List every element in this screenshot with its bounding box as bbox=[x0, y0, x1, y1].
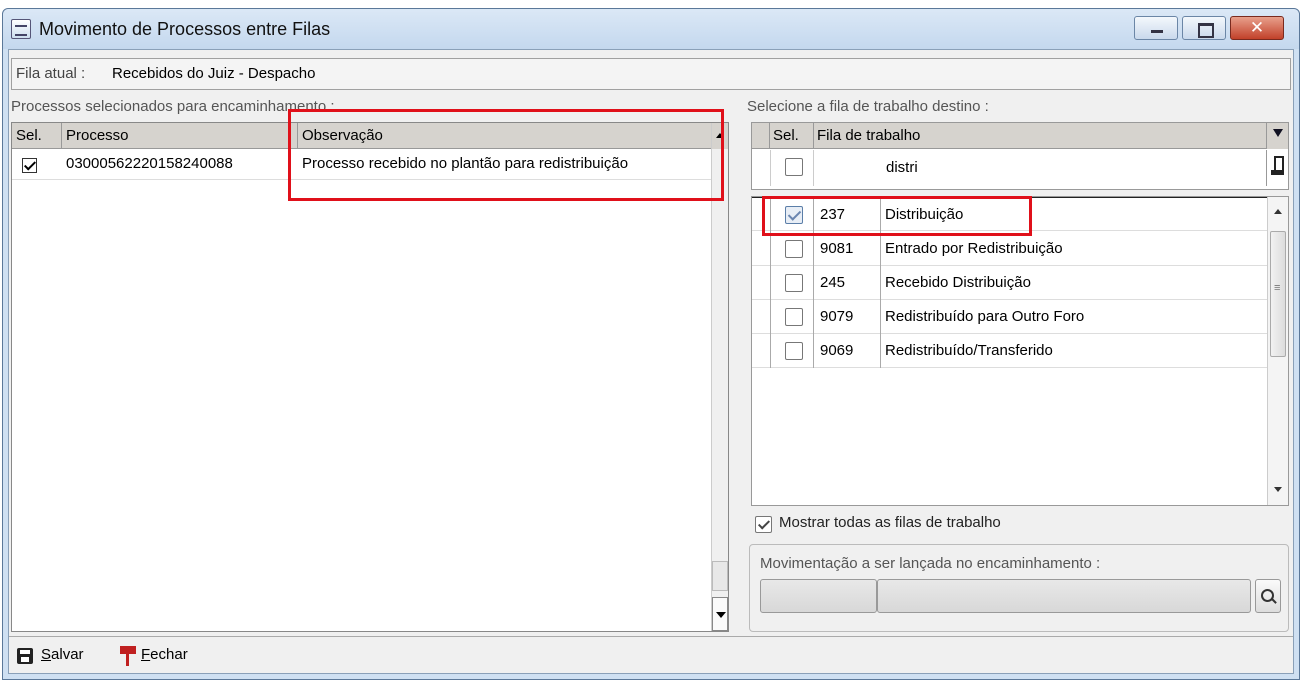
row-gutter bbox=[752, 300, 770, 334]
queue-sel-cell bbox=[770, 266, 814, 300]
window-title: Movimento de Processos entre Filas bbox=[39, 19, 331, 39]
row-gutter bbox=[752, 232, 770, 266]
row-gutter bbox=[752, 198, 770, 232]
queue-grid-header: Sel. Fila de trabalho bbox=[752, 123, 1268, 149]
observation-input[interactable]: Processo recebido no plantão para redist… bbox=[302, 155, 628, 172]
maximize-icon[interactable] bbox=[1182, 16, 1226, 40]
save-label: Salvar bbox=[41, 646, 84, 663]
current-queue-value: Recebidos do Juiz - Despacho bbox=[112, 65, 316, 82]
list-item[interactable]: 9081 Entrado por Redistribuição bbox=[752, 232, 1268, 266]
window-icon bbox=[11, 19, 31, 39]
close-flag-icon bbox=[117, 646, 137, 666]
movement-label: Movimentação a ser lançada no encaminham… bbox=[760, 555, 1101, 572]
queue-name: Redistribuído/Transferido bbox=[885, 342, 1053, 359]
process-number: 03000562220158240088 bbox=[66, 155, 233, 172]
scroll-thumb[interactable] bbox=[712, 561, 728, 591]
list-item[interactable]: 245 Recebido Distribuição bbox=[752, 266, 1268, 300]
processes-grid: Sel. Processo Observação 030005622201582… bbox=[11, 122, 729, 632]
column-divider bbox=[880, 232, 881, 266]
window: Movimento de Processos entre Filas ✕ Fil… bbox=[2, 8, 1300, 680]
queue-name: Recebido Distribuição bbox=[885, 274, 1031, 291]
current-queue-label: Fila atual : bbox=[16, 65, 86, 82]
queue-scrollbar[interactable] bbox=[1267, 197, 1288, 505]
filter-row: distri bbox=[752, 150, 1268, 186]
show-all-check[interactable] bbox=[755, 516, 772, 533]
queue-filter-grid: Sel. Fila de trabalho distri bbox=[751, 122, 1289, 190]
row-gutter bbox=[752, 334, 770, 368]
save-icon bbox=[17, 648, 33, 664]
queue-checkbox[interactable] bbox=[785, 206, 803, 224]
scroll-thumb[interactable] bbox=[1270, 231, 1286, 357]
list-item[interactable]: 9069 Redistribuído/Transferido bbox=[752, 334, 1268, 368]
scroll-down-icon[interactable] bbox=[712, 597, 728, 631]
row-select-checkbox[interactable] bbox=[22, 158, 37, 173]
title-bar[interactable]: Movimento de Processos entre Filas ✕ bbox=[3, 9, 1299, 49]
bottom-toolbar: Salvar Fechar bbox=[9, 636, 1293, 673]
queue-sel-cell bbox=[770, 334, 814, 368]
column-divider bbox=[880, 334, 881, 368]
queue-checkbox[interactable] bbox=[785, 342, 803, 360]
queue-checkbox[interactable] bbox=[785, 308, 803, 326]
queue-code: 245 bbox=[820, 274, 846, 291]
movement-description-field[interactable] bbox=[877, 579, 1251, 613]
column-divider bbox=[880, 198, 881, 232]
show-all-label: Mostrar todas as filas de trabalho bbox=[779, 514, 1001, 531]
filter-sel-cell bbox=[770, 150, 814, 186]
queue-name: Entrado por Redistribuição bbox=[885, 240, 1063, 257]
scroll-up-icon[interactable] bbox=[712, 123, 728, 149]
table-row[interactable]: 03000562220158240088 Processo recebido n… bbox=[12, 150, 712, 180]
current-queue-bar: Fila atual : Recebidos do Juiz - Despach… bbox=[11, 58, 1291, 90]
list-item[interactable]: 237 Distribuição bbox=[752, 197, 1268, 232]
close-icon[interactable]: ✕ bbox=[1230, 16, 1284, 40]
brush-icon[interactable] bbox=[1266, 150, 1288, 186]
movement-code-field[interactable] bbox=[760, 579, 877, 613]
queue-name: Distribuição bbox=[885, 206, 964, 223]
queue-sel-cell bbox=[770, 300, 814, 334]
movement-group: Movimentação a ser lançada no encaminham… bbox=[749, 544, 1289, 632]
filter-icon[interactable] bbox=[1266, 123, 1288, 149]
col-header-fila[interactable]: Fila de trabalho bbox=[814, 123, 1268, 149]
destination-queue-label: Selecione a fila de trabalho destino : bbox=[747, 98, 989, 115]
queue-list-grid: 237 Distribuição 9081 Entrado por Redist… bbox=[751, 196, 1289, 506]
queue-sel-cell bbox=[770, 232, 814, 266]
col-header-sel[interactable]: Sel. bbox=[12, 123, 62, 149]
col-header-sel-queue[interactable]: Sel. bbox=[770, 123, 814, 149]
header-gutter bbox=[752, 123, 770, 149]
close-label: Fechar bbox=[141, 646, 188, 663]
column-divider bbox=[880, 300, 881, 334]
col-header-observacao[interactable]: Observação bbox=[298, 123, 712, 149]
processes-scrollbar[interactable] bbox=[711, 123, 728, 631]
queue-checkbox[interactable] bbox=[785, 240, 803, 258]
queue-code: 9081 bbox=[820, 240, 854, 257]
processes-grid-header: Sel. Processo Observação bbox=[12, 123, 712, 149]
search-icon[interactable] bbox=[1255, 579, 1281, 613]
filter-checkbox[interactable] bbox=[785, 158, 803, 176]
queue-code: 9079 bbox=[820, 308, 854, 325]
queue-code: 9069 bbox=[820, 342, 854, 359]
filter-input[interactable]: distri bbox=[886, 159, 918, 176]
col-header-processo[interactable]: Processo bbox=[62, 123, 298, 149]
queue-sel-cell bbox=[770, 198, 814, 232]
minimize-icon[interactable] bbox=[1134, 16, 1178, 40]
queue-checkbox[interactable] bbox=[785, 274, 803, 292]
queue-name: Redistribuído para Outro Foro bbox=[885, 308, 1085, 325]
dialog-body: Fila atual : Recebidos do Juiz - Despach… bbox=[8, 49, 1294, 674]
column-divider bbox=[880, 266, 881, 300]
queue-code: 237 bbox=[820, 206, 846, 223]
list-item[interactable]: 9079 Redistribuído para Outro Foro bbox=[752, 300, 1268, 334]
selected-processes-label: Processos selecionados para encaminhamen… bbox=[11, 98, 335, 115]
row-gutter bbox=[752, 266, 770, 300]
